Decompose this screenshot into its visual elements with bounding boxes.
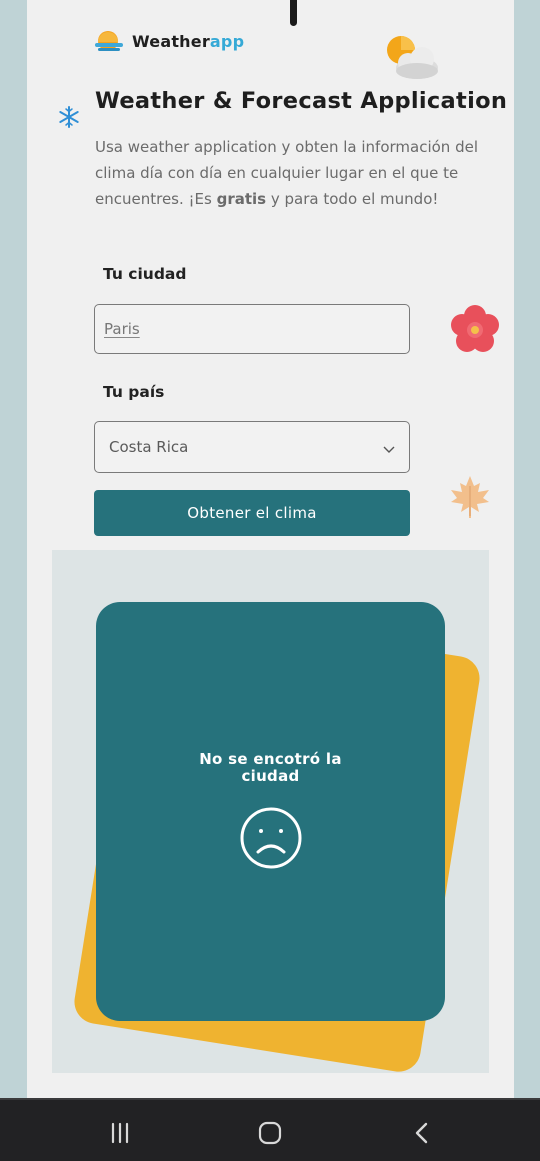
sun-cloud-icon [384, 33, 440, 81]
hanging-pendant-decoration [290, 0, 297, 26]
country-select[interactable]: Costa Rica [94, 421, 410, 473]
flower-icon [449, 304, 501, 356]
snowflake-icon [58, 106, 80, 128]
sad-face-icon [239, 806, 303, 870]
result-section: No se encotró la ciudad [52, 550, 489, 1073]
description-emphasis: gratis [216, 190, 267, 208]
chevron-down-icon [383, 441, 395, 453]
brand-name: Weatherapp [132, 32, 244, 51]
system-navigation-bar [0, 1098, 540, 1161]
brand-accent: app [209, 31, 245, 51]
maple-leaf-icon [447, 474, 493, 520]
country-select-value: Costa Rica [109, 438, 189, 456]
page-title: Weather & Forecast Application [95, 88, 508, 114]
description-text-end: y para todo el mundo! [266, 190, 439, 208]
result-card: No se encotró la ciudad [96, 602, 445, 1021]
city-input-value: Paris [104, 320, 140, 338]
city-label: Tu ciudad [103, 265, 187, 283]
app-logo[interactable]: Weatherapp [95, 28, 244, 54]
get-weather-button[interactable]: Obtener el clima [94, 490, 410, 536]
recent-apps-icon[interactable] [105, 1118, 135, 1148]
not-found-message: No se encotró la ciudad [199, 750, 342, 785]
page-description: Usa weather application y obten la infor… [95, 134, 487, 212]
brand-main: Weather [132, 31, 210, 51]
home-icon[interactable] [255, 1118, 285, 1148]
sun-over-water-icon [95, 28, 123, 54]
country-label: Tu país [103, 383, 165, 401]
back-icon[interactable] [407, 1118, 437, 1148]
city-input[interactable]: Paris [94, 304, 410, 354]
